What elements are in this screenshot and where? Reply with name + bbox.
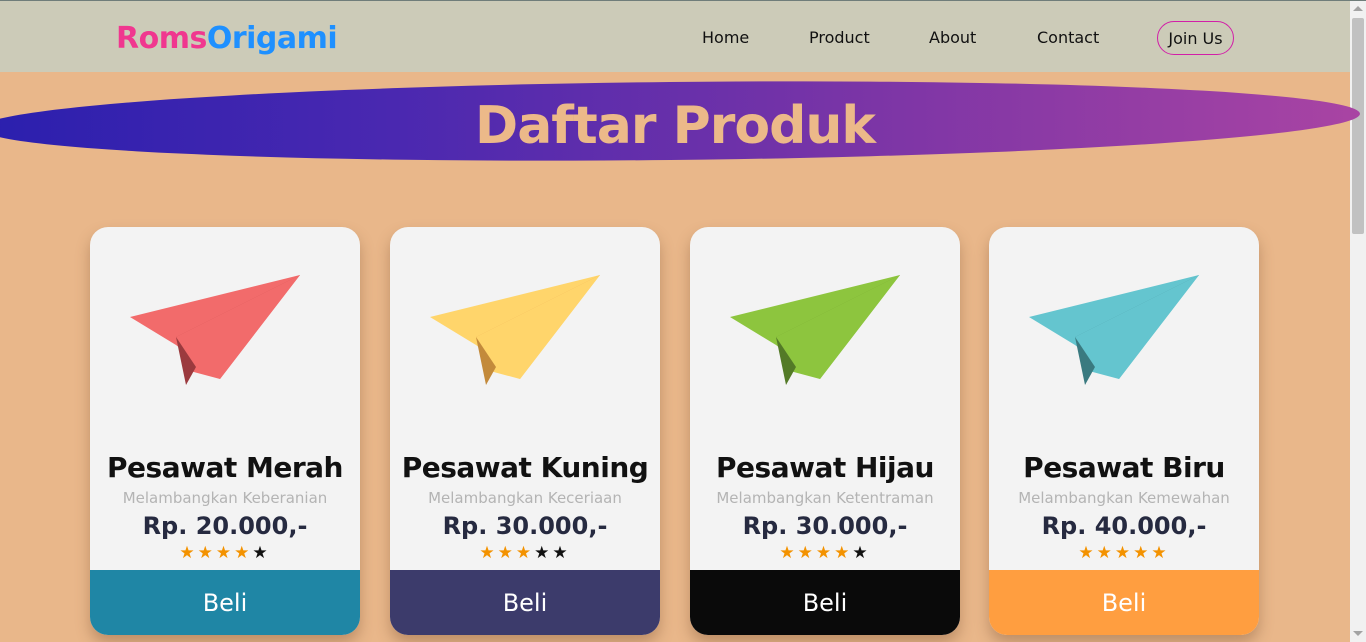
- product-name: Pesawat Hijau: [716, 451, 934, 484]
- star-icon: ★: [1151, 543, 1170, 563]
- star-icon: ★: [852, 543, 871, 563]
- product-card: Pesawat Hijau Melambangkan Ketentraman R…: [690, 227, 960, 635]
- nav-about[interactable]: About: [929, 28, 976, 47]
- star-icon: ★: [1096, 543, 1115, 563]
- nav-contact[interactable]: Contact: [1037, 28, 1099, 47]
- product-card: Pesawat Kuning Melambangkan Keceriaan Rp…: [390, 227, 660, 635]
- product-rating: ★★★★★: [390, 543, 660, 563]
- paper-plane-icon: [130, 275, 300, 385]
- star-icon: ★: [534, 543, 553, 563]
- star-icon: ★: [1078, 543, 1097, 563]
- page-title: Daftar Produk: [475, 96, 876, 156]
- brand-part-origami: Origami: [206, 21, 338, 56]
- product-rating: ★★★★★: [90, 543, 360, 563]
- star-icon: ★: [552, 543, 571, 563]
- paper-plane-icon: [430, 275, 600, 385]
- join-us-button[interactable]: Join Us: [1157, 21, 1234, 55]
- star-icon: ★: [197, 543, 216, 563]
- product-name: Pesawat Merah: [107, 451, 343, 484]
- star-icon: ★: [179, 543, 198, 563]
- brand-part-roms: Roms: [116, 21, 207, 56]
- product-price: Rp. 30.000,-: [442, 512, 608, 540]
- product-card: Pesawat Biru Melambangkan Kemewahan Rp. …: [989, 227, 1259, 635]
- nav-home[interactable]: Home: [702, 28, 749, 47]
- product-description: Melambangkan Kemewahan: [1018, 489, 1230, 507]
- scroll-down-arrow-icon[interactable]: [1353, 631, 1363, 636]
- star-icon: ★: [834, 543, 853, 563]
- scroll-up-arrow-icon[interactable]: [1353, 6, 1363, 11]
- product-rating: ★★★★★: [690, 543, 960, 563]
- buy-button[interactable]: Beli: [390, 570, 660, 635]
- star-icon: ★: [215, 543, 235, 563]
- star-icon: ★: [779, 543, 798, 563]
- product-card: Pesawat Merah Melambangkan Keberanian Rp…: [90, 227, 360, 635]
- nav-product[interactable]: Product: [809, 28, 870, 47]
- product-name: Pesawat Biru: [1023, 451, 1225, 484]
- star-icon: ★: [515, 543, 535, 563]
- product-price: Rp. 20.000,-: [142, 512, 308, 540]
- brand-logo[interactable]: RomsOrigami: [116, 21, 338, 56]
- paper-plane-icon: [730, 275, 900, 385]
- buy-button[interactable]: Beli: [90, 570, 360, 635]
- star-icon: ★: [479, 543, 498, 563]
- navbar: RomsOrigami Home Product About Contact J…: [0, 1, 1350, 72]
- paper-plane-icon: [1029, 275, 1199, 385]
- star-icon: ★: [797, 543, 816, 563]
- star-icon: ★: [1133, 543, 1152, 563]
- product-description: Melambangkan Keberanian: [122, 489, 328, 507]
- star-icon: ★: [234, 543, 253, 563]
- product-price: Rp. 40.000,-: [1041, 512, 1207, 540]
- star-icon: ★: [815, 543, 835, 563]
- product-name: Pesawat Kuning: [401, 451, 649, 484]
- product-description: Melambangkan Ketentraman: [716, 489, 934, 507]
- star-icon: ★: [252, 543, 271, 563]
- buy-button[interactable]: Beli: [989, 570, 1259, 635]
- product-rating: ★★★★★: [989, 543, 1259, 563]
- scrollbar-thumb[interactable]: [1352, 18, 1364, 234]
- star-icon: ★: [497, 543, 516, 563]
- star-icon: ★: [1114, 543, 1134, 563]
- buy-button[interactable]: Beli: [690, 570, 960, 635]
- product-price: Rp. 30.000,-: [742, 512, 908, 540]
- product-description: Melambangkan Keceriaan: [428, 489, 622, 507]
